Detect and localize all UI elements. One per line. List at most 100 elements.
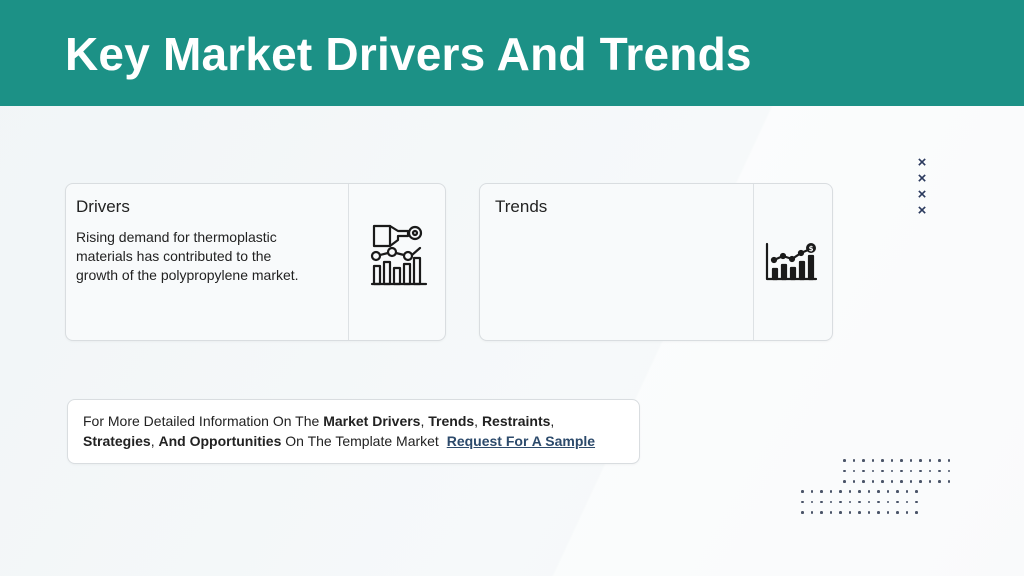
dot [862,469,865,473]
dot [871,459,875,462]
info-text: For More Detailed Information On The Mar… [83,411,628,451]
info-text-part: On The Template Market [281,433,439,449]
dot [820,511,823,514]
dot [886,511,890,514]
dot [896,490,899,493]
dot [919,480,922,483]
dot-grid-decoration [801,490,921,516]
dot [852,459,856,462]
info-bold-strategies: Strategies [83,433,151,449]
dot [829,490,833,493]
request-sample-link[interactable]: Request For A Sample [447,433,595,449]
info-bold-trends: Trends [428,413,475,429]
dot [843,480,846,483]
dot [905,490,909,493]
dot [852,480,856,483]
dot [877,500,880,504]
dot [900,459,903,462]
dot [915,500,918,504]
dot [900,469,903,473]
dot [919,459,922,462]
dot [919,469,922,473]
dot [877,511,880,514]
info-box: For More Detailed Information On The Mar… [67,399,640,464]
dot [928,480,932,483]
info-text-part: For More Detailed Information On The [83,413,324,429]
dot [947,459,951,462]
dot [909,469,913,473]
dot [867,500,871,504]
dot [801,511,804,514]
dot [839,500,842,504]
dot [890,480,894,483]
dot [829,500,833,504]
dot [881,469,884,473]
dot [858,490,861,493]
dot [810,490,814,493]
dot [905,500,909,504]
info-bold-opportunities: And Opportunities [158,433,282,449]
info-text-part: , [550,413,555,429]
drivers-card: Drivers Rising demand for thermoplastic … [65,183,446,341]
dot [843,469,846,473]
dot [839,511,842,514]
x-mark-icon: × [917,170,927,187]
dot [905,511,909,514]
x-marks-decoration: × × × × [914,155,930,219]
dot [848,490,852,493]
dot [867,490,871,493]
dot [928,469,932,473]
trends-card: Trends $ [479,183,833,341]
dot [886,490,890,493]
dot [810,511,814,514]
hand-gear-chart-icon [368,222,430,293]
dot [820,490,823,493]
x-mark-icon: × [917,202,927,219]
dot [852,469,856,473]
dot [881,459,884,462]
bar-chart-dollar-icon: $ [764,242,818,287]
x-mark-icon: × [917,186,927,203]
dot [881,480,884,483]
drivers-text: Rising demand for thermoplastic material… [76,229,299,283]
dot [909,480,913,483]
info-bold-market-drivers: Market Drivers [323,413,421,429]
dot [848,500,852,504]
dot [886,500,890,504]
info-bold-restraints: Restraints [481,413,551,429]
dot [858,511,861,514]
trends-divider [753,184,754,340]
dot [867,511,871,514]
svg-text:$: $ [809,245,814,253]
dot [858,500,861,504]
dot-grid-decoration [843,459,953,485]
drivers-divider [348,184,349,340]
dot [890,459,894,462]
dot [829,511,833,514]
dot [890,469,894,473]
dot [900,480,903,483]
dot [909,459,913,462]
dot [820,500,823,504]
header-bar: Key Market Drivers And Trends [0,0,1024,106]
dot [938,459,941,462]
dot [915,490,918,493]
dot [810,500,814,504]
dot [839,490,842,493]
info-text-part: , [474,413,482,429]
page-title: Key Market Drivers And Trends [65,28,752,80]
dot [871,480,875,483]
drivers-heading: Drivers [76,197,130,216]
dot [843,459,846,462]
dot [801,500,804,504]
x-mark-icon: × [917,154,927,171]
dot [871,469,875,473]
dot [915,511,918,514]
trends-heading: Trends [495,197,548,216]
dot [896,511,899,514]
dot [938,469,941,473]
dot [862,480,865,483]
dot [877,490,880,493]
dot [947,469,951,473]
dot [938,480,941,483]
